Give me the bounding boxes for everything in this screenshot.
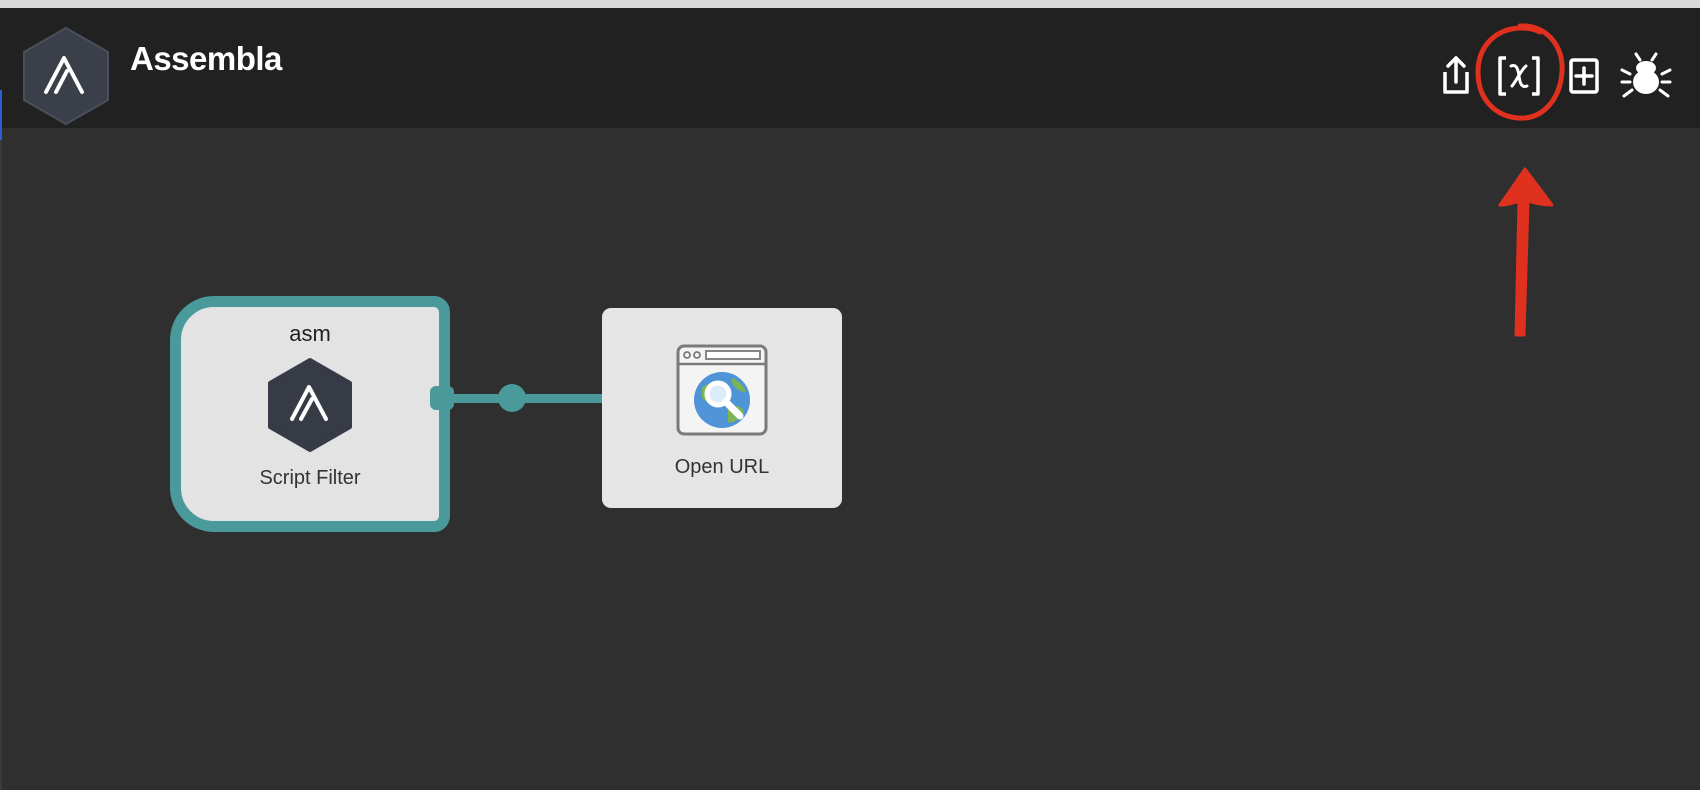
window-top-strip xyxy=(0,0,1700,8)
node-label: Script Filter xyxy=(259,467,361,489)
script-filter-node[interactable]: asm Script Filter xyxy=(170,296,450,532)
node-keyword: asm xyxy=(289,321,331,346)
workflow-canvas[interactable]: asm Script Filter Open URL xyxy=(0,128,1700,790)
workflow-title: Assembla xyxy=(130,40,282,77)
annotation-circle xyxy=(1475,23,1565,121)
assembla-logo-icon[interactable] xyxy=(20,26,112,126)
debug-bug-icon xyxy=(1620,52,1672,98)
debug-button[interactable] xyxy=(1618,48,1674,104)
open-url-node[interactable]: Open URL xyxy=(602,308,842,508)
node-connection[interactable] xyxy=(430,378,610,418)
browser-globe-search-icon xyxy=(676,344,768,436)
assembla-logo-icon xyxy=(268,358,352,452)
alfred-workflow-editor: Assembla asm Script Filter Open URL xyxy=(0,0,1700,790)
node-label: Open URL xyxy=(674,456,770,478)
workflow-header: Assembla xyxy=(0,8,1700,128)
